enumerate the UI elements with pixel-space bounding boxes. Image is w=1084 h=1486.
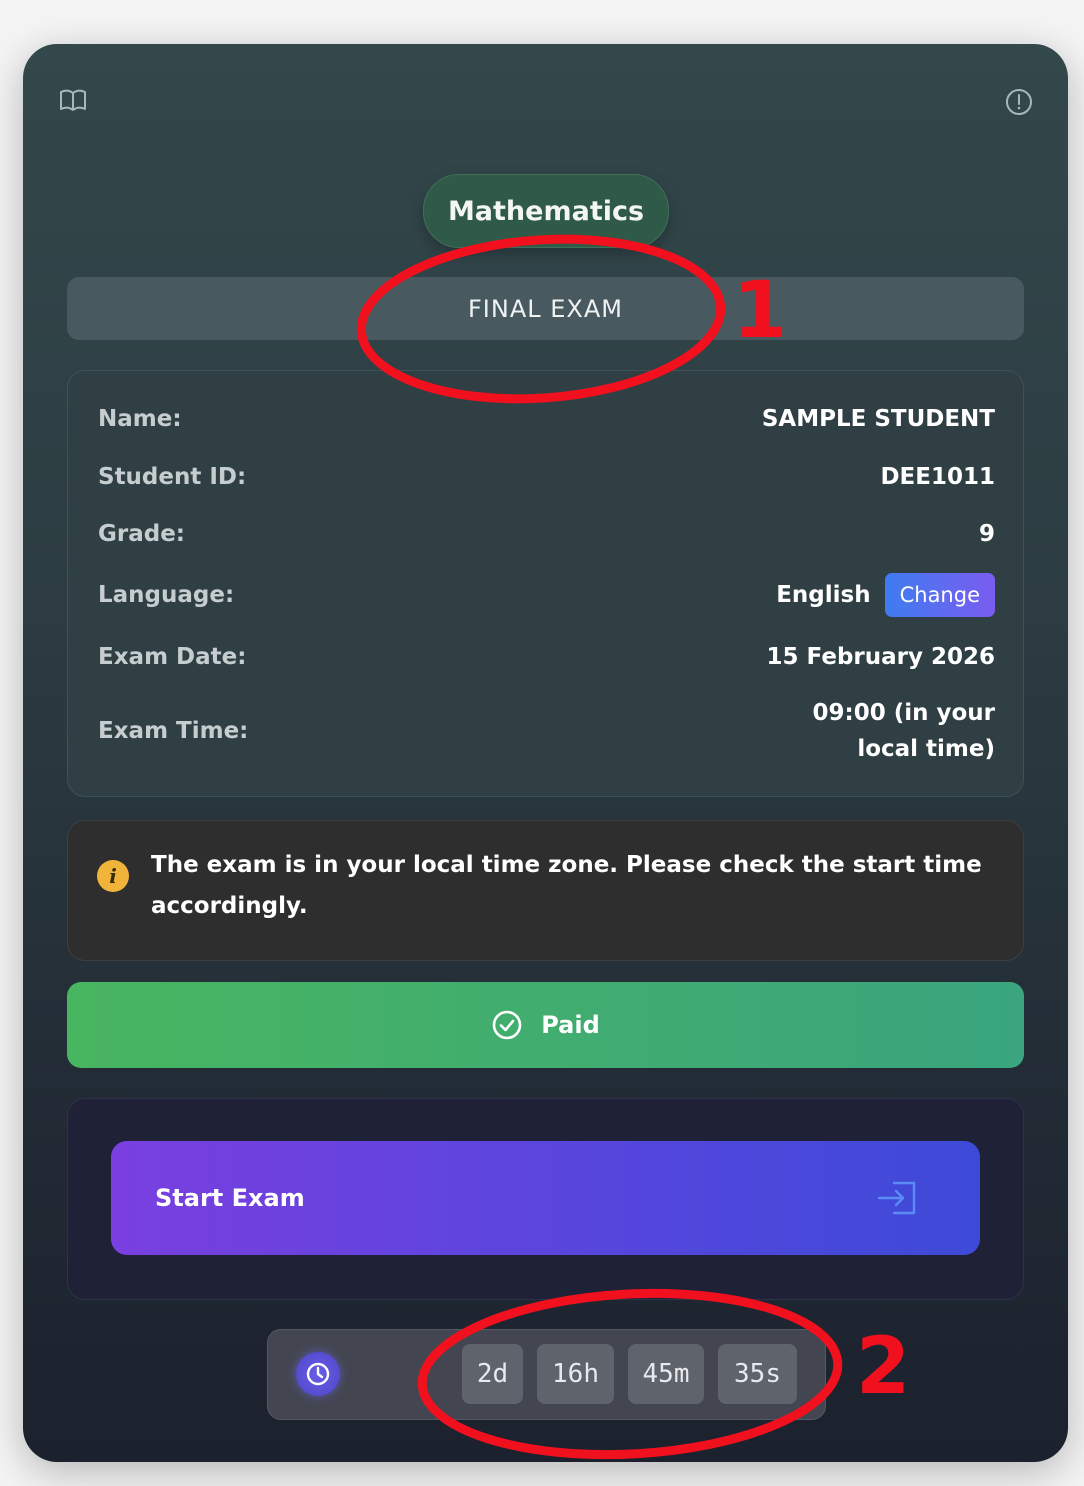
subject-badge: Mathematics — [423, 174, 669, 248]
exam-date-value: 15 February 2026 — [766, 644, 995, 670]
exam-card: Mathematics FINAL EXAM Name: SAMPLE STUD… — [23, 44, 1068, 1462]
student-info-card: Name: SAMPLE STUDENT Student ID: DEE1011… — [67, 370, 1024, 797]
student-id-label: Student ID: — [98, 464, 247, 490]
annotation-label-2: 2 — [856, 1322, 911, 1412]
grade-value: 9 — [978, 521, 995, 547]
language-row: Language: English Change — [98, 572, 995, 618]
exam-type-title: FINAL EXAM — [67, 277, 1024, 340]
countdown-minutes: 45m — [628, 1344, 704, 1404]
clock-icon — [296, 1352, 340, 1396]
exam-time-row: Exam Time: 09:00 (in your local time) — [98, 693, 995, 769]
name-value: SAMPLE STUDENT — [761, 406, 995, 432]
start-exam-button[interactable]: Start Exam — [111, 1141, 980, 1255]
countdown-days: 2d — [462, 1344, 523, 1404]
change-language-button[interactable]: Change — [884, 573, 995, 617]
exam-time-value: 09:00 (in your local time) — [812, 695, 995, 767]
name-row: Name: SAMPLE STUDENT — [98, 401, 995, 437]
annotation-label-1: 1 — [733, 266, 788, 356]
exam-time-label: Exam Time: — [98, 718, 249, 744]
language-value-group: English Change — [776, 573, 995, 617]
alert-icon[interactable] — [1003, 86, 1035, 118]
countdown-timer: 2d 16h 45m 35s — [267, 1329, 826, 1420]
paid-status-button[interactable]: Paid — [67, 982, 1024, 1068]
start-exam-panel: Start Exam — [67, 1098, 1024, 1300]
check-circle-icon — [492, 1010, 522, 1040]
student-id-row: Student ID: DEE1011 — [98, 459, 995, 495]
exam-date-label: Exam Date: — [98, 644, 247, 670]
start-exam-label: Start Exam — [155, 1184, 305, 1212]
countdown-hours: 16h — [537, 1344, 614, 1404]
exam-time-value-line2: local time) — [857, 736, 995, 762]
book-icon[interactable] — [57, 84, 89, 116]
grade-label: Grade: — [98, 521, 186, 547]
paid-label: Paid — [541, 1011, 600, 1039]
exam-time-value-line1: 09:00 (in your — [812, 700, 995, 726]
info-icon: i — [97, 860, 129, 892]
grade-row: Grade: 9 — [98, 516, 995, 552]
timezone-notice: i The exam is in your local time zone. P… — [67, 820, 1024, 961]
notice-text: The exam is in your local time zone. Ple… — [151, 852, 982, 919]
enter-icon — [877, 1181, 916, 1215]
language-label: Language: — [98, 582, 235, 608]
language-value: English — [776, 582, 871, 608]
student-id-value: DEE1011 — [880, 464, 995, 490]
exam-date-row: Exam Date: 15 February 2026 — [98, 639, 995, 675]
name-label: Name: — [98, 406, 182, 432]
countdown-seconds: 35s — [718, 1344, 797, 1404]
